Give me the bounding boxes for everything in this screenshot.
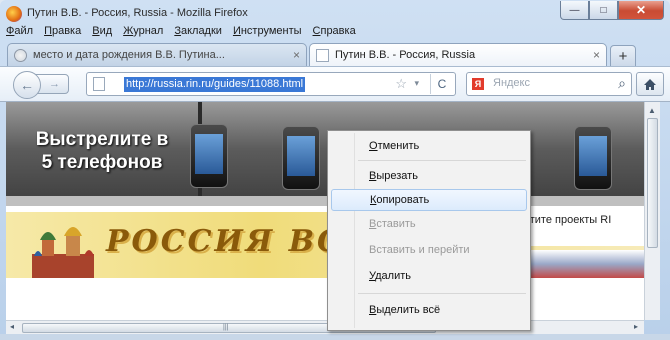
search-bar[interactable]: Я Яндекс ⌕ <box>466 72 632 96</box>
page-icon <box>316 48 329 62</box>
tab-strip: место и дата рождения В.В. Путина... × П… <box>0 41 670 67</box>
menu-bookmarks[interactable]: Закладки <box>174 25 222 37</box>
page-icon <box>93 77 105 91</box>
close-tab-icon[interactable]: × <box>587 48 600 62</box>
menu-tools[interactable]: Инструменты <box>233 25 302 37</box>
projects-link[interactable]: етите проекты RI <box>524 214 611 226</box>
flag-image <box>524 250 644 278</box>
tab-putin-page[interactable]: Путин В.В. - Россия, Russia × <box>309 43 607 66</box>
scroll-right-arrow-icon[interactable]: ▸ <box>634 322 638 331</box>
close-tab-icon[interactable]: × <box>287 48 300 62</box>
globe-icon <box>14 48 27 62</box>
back-button[interactable]: ← <box>13 71 41 99</box>
firefox-logo-icon <box>6 6 22 22</box>
browser-window: Путин В.В. - Россия, Russia - Mozilla Fi… <box>0 0 670 340</box>
vertical-scrollbar[interactable]: ▲ <box>644 102 660 320</box>
menu-separator <box>358 293 526 294</box>
menu-view[interactable]: Вид <box>92 25 112 37</box>
phone-image <box>190 124 228 188</box>
menu-item-paste[interactable]: Вставить <box>331 213 527 235</box>
menu-item-paste-and-go[interactable]: Вставить и перейти <box>331 239 527 261</box>
vertical-scroll-thumb[interactable] <box>647 118 658 248</box>
url-text[interactable]: http://russia.rin.ru/guides/11088.html <box>124 77 306 92</box>
context-menu: Отменить Вырезать Копировать Вставить Вс… <box>327 130 531 331</box>
search-placeholder: Яндекс <box>493 77 530 89</box>
phone-ad-banner[interactable]: Выстрелите в 5 телефонов <box>6 102 644 206</box>
maximize-button[interactable]: □ <box>589 1 618 20</box>
phone-image <box>574 126 612 190</box>
menu-item-copy[interactable]: Копировать <box>331 189 527 211</box>
ad-headline-line2: 5 телефонов <box>41 152 163 173</box>
status-bar <box>0 334 670 340</box>
horizontal-scrollbar[interactable]: ◂ ||| ▸ <box>6 320 644 334</box>
scroll-grip-icon: ||| <box>223 324 229 331</box>
scroll-up-arrow-icon[interactable]: ▲ <box>648 106 656 115</box>
scroll-left-arrow-icon[interactable]: ◂ <box>10 322 14 331</box>
menu-item-select-all[interactable]: Выделить всё <box>331 299 527 321</box>
tab-label: место и дата рождения В.В. Путина... <box>33 49 225 61</box>
menu-edit[interactable]: Правка <box>44 25 81 37</box>
url-bar[interactable]: http://russia.rin.ru/guides/11088.html ☆… <box>86 72 456 96</box>
search-icon[interactable]: ⌕ <box>618 75 626 92</box>
close-window-button[interactable]: ✕ <box>618 1 664 20</box>
new-tab-button[interactable]: + <box>610 45 636 67</box>
ad-floor <box>6 196 644 206</box>
menu-history[interactable]: Журнал <box>123 25 163 37</box>
yandex-icon[interactable]: Я <box>472 78 484 90</box>
home-button[interactable] <box>636 72 664 96</box>
tab-search-results[interactable]: место и дата рождения В.В. Путина... × <box>7 43 307 66</box>
navigation-bar: → ← http://russia.rin.ru/guides/11088.ht… <box>0 66 670 102</box>
menu-item-delete[interactable]: Удалить <box>331 265 527 287</box>
kremlin-image <box>32 227 94 278</box>
url-dropdown-icon[interactable]: ▾ <box>414 78 419 89</box>
window-title: Путин В.В. - Россия, Russia - Mozilla Fi… <box>27 7 248 19</box>
window-controls: — □ ✕ <box>560 1 664 20</box>
back-forward-group: → ← <box>13 71 73 99</box>
menu-separator <box>358 160 526 161</box>
reload-button[interactable]: C <box>430 74 453 94</box>
ad-headline: Выстрелите в 5 телефонов <box>6 128 198 174</box>
bookmark-star-icon[interactable]: ☆ <box>395 76 407 92</box>
menu-bar: Файл Правка Вид Журнал Закладки Инструме… <box>0 22 670 40</box>
minimize-button[interactable]: — <box>560 1 589 20</box>
menu-item-cut[interactable]: Вырезать <box>331 165 527 187</box>
menu-item-undo[interactable]: Отменить <box>331 135 527 157</box>
tab-label: Путин В.В. - Россия, Russia <box>335 49 476 61</box>
menu-help[interactable]: Справка <box>313 25 356 37</box>
home-icon <box>644 78 656 90</box>
ad-headline-line1: Выстрелите в <box>35 129 169 150</box>
menu-file[interactable]: Файл <box>6 25 33 37</box>
phone-image <box>282 126 320 190</box>
page-content[interactable]: Выстрелите в 5 телефонов РОССИЯ ВСЕ етит… <box>6 102 644 320</box>
